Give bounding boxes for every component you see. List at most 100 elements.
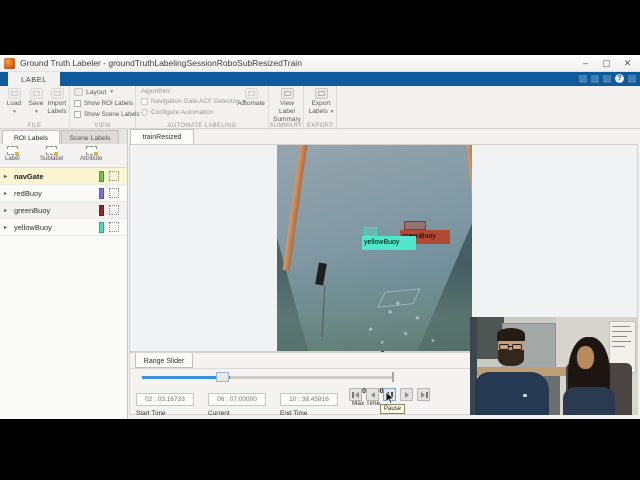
chevron-down-icon: ▾ <box>13 109 16 116</box>
checkbox-icon <box>74 100 81 107</box>
add-sublabel-button[interactable]: Sublabel <box>40 146 63 162</box>
step-forward-button[interactable] <box>400 388 413 401</box>
layout-button[interactable]: Layout ▾ <box>74 88 113 96</box>
step-backward-icon <box>371 392 375 398</box>
window-controls: – ▢ ✕ <box>575 55 638 72</box>
disclosure-icon[interactable]: ▸ <box>4 173 7 180</box>
tab-scene-labels[interactable]: Scene Labels <box>61 130 119 144</box>
end-time-label: End Time <box>280 410 308 417</box>
person-left-beard <box>498 350 524 366</box>
minimize-icon[interactable]: – <box>575 55 596 72</box>
current-time-label: Current <box>208 410 230 417</box>
go-to-start-button[interactable] <box>349 388 362 401</box>
gear-icon <box>141 109 148 116</box>
chevron-down-icon: ▾ <box>35 109 38 116</box>
list-item-yellowbuoy[interactable]: ▸ yellowBuoy <box>0 219 127 236</box>
sublabel-icon <box>46 146 59 156</box>
section-summary: View Label Summary SUMMARY <box>269 86 304 129</box>
configure-automation-button[interactable]: Configure Automation <box>141 109 214 116</box>
add-attribute-button[interactable]: Attribute <box>80 146 102 162</box>
add-label-button[interactable]: Label <box>5 146 20 162</box>
save-icon <box>29 88 43 99</box>
automate-button[interactable]: Automate <box>236 88 266 108</box>
pool-floor <box>277 264 472 351</box>
help-icon[interactable]: ? <box>615 74 624 83</box>
time-slider-end-tick <box>392 372 394 382</box>
roi-box-greenbuoy[interactable] <box>404 221 426 230</box>
tab-roi-labels[interactable]: ROI Labels <box>2 130 60 144</box>
mouse-cursor <box>385 391 396 409</box>
tab-trainresized[interactable]: trainResized <box>130 129 194 144</box>
qa-icon-3[interactable] <box>603 74 611 83</box>
time-slider-handle[interactable] <box>216 372 229 382</box>
summary-icon <box>280 88 294 99</box>
chevron-down-icon: ▾ <box>330 109 334 116</box>
quick-access-toolbar: ? <box>579 74 636 83</box>
go-to-end-button[interactable] <box>417 388 430 401</box>
ribbon-toolbar: Load ▾ Save ▾ Import Labels FILE Layout ▾ <box>0 86 640 129</box>
label-color-swatch <box>99 205 104 216</box>
load-icon <box>7 88 21 99</box>
show-scene-labels-checkbox[interactable]: Show Scene Labels <box>74 111 140 118</box>
show-roi-labels-checkbox[interactable]: Show ROI Labels <box>74 100 133 107</box>
ribbon-tab-bar: LABEL ? <box>0 72 640 86</box>
section-automate-labeling: Algorithm: Navigation Gate ACF Detector … <box>136 86 269 129</box>
import-icon <box>50 88 64 99</box>
webcam-overlay <box>470 317 637 415</box>
qa-icon-1[interactable] <box>579 74 587 83</box>
list-item-greenbuoy[interactable]: ▸ greenBuoy <box>0 202 127 219</box>
automate-icon <box>244 88 258 99</box>
section-file: Load ▾ Save ▾ Import Labels FILE <box>0 86 70 129</box>
tab-range-slider[interactable]: Range Slider <box>135 353 193 368</box>
start-time-input[interactable] <box>136 393 194 406</box>
algorithm-selector[interactable]: Navigation Gate ACF Detector ▾ <box>141 98 245 105</box>
roi-shape-icon <box>109 171 119 181</box>
window-title: Ground Truth Labeler - groundTruthLabeli… <box>20 58 302 68</box>
roi-box-yellowbuoy[interactable] <box>364 227 377 236</box>
tab-label[interactable]: LABEL <box>8 72 60 86</box>
qa-icon-2[interactable] <box>591 74 599 83</box>
label-icon <box>6 146 19 156</box>
time-slider-track[interactable] <box>142 376 392 379</box>
step-backward-button[interactable] <box>366 388 379 401</box>
roi-label-list: ▸ navGate ▸ redBuoy ▸ greenBuoy ▸ yellow… <box>0 168 127 236</box>
list-item-navgate[interactable]: ▸ navGate <box>0 168 127 185</box>
start-time-label: Start Time <box>136 410 166 417</box>
minimize-ribbon-icon[interactable] <box>628 74 636 83</box>
list-item-redbuoy[interactable]: ▸ redBuoy <box>0 185 127 202</box>
roi-panel-tabs: ROI Labels Scene Labels <box>0 129 127 144</box>
maximize-icon[interactable]: ▢ <box>596 55 617 72</box>
person-right-face <box>577 346 594 369</box>
title-bar: Ground Truth Labeler - groundTruthLabeli… <box>0 55 640 72</box>
section-export: Export Labels ▾ EXPORT <box>304 86 337 129</box>
go-to-end-icon <box>421 392 425 398</box>
export-icon <box>314 88 328 99</box>
end-time-input[interactable] <box>280 393 338 406</box>
current-time-input[interactable] <box>208 393 266 406</box>
attribute-icon <box>85 146 98 156</box>
disclosure-icon[interactable]: ▸ <box>4 190 7 197</box>
label-color-swatch <box>99 222 104 233</box>
go-to-start-icon <box>352 392 354 398</box>
section-view: Layout ▾ Show ROI Labels Show Scene Labe… <box>70 86 140 129</box>
gate-pole-left <box>282 145 308 271</box>
roi-panel-toolbar: Label Sublabel Attribute <box>0 144 127 168</box>
close-icon[interactable]: ✕ <box>617 55 638 72</box>
disclosure-icon[interactable]: ▸ <box>4 207 7 214</box>
matlab-app-icon <box>4 58 15 69</box>
roi-label-yellowbuoy[interactable]: yellowBuoy <box>362 236 416 250</box>
person-left-hair <box>497 328 525 341</box>
label-color-swatch <box>99 188 104 199</box>
video-frame[interactable]: greenBuoy yellowBuoy <box>277 145 472 351</box>
view-label-summary-button[interactable]: View Label Summary <box>273 88 301 124</box>
step-forward-icon <box>405 392 409 398</box>
disclosure-icon[interactable]: ▸ <box>4 224 7 231</box>
start-time-group: Start Time <box>136 388 198 417</box>
current-time-group: Current <box>208 388 270 417</box>
roi-panel: ROI Labels Scene Labels Label Sublabel A… <box>0 129 128 419</box>
person-right-body <box>563 387 615 415</box>
shirt-logo <box>523 394 527 397</box>
export-labels-button[interactable]: Export Labels ▾ <box>308 88 334 116</box>
import-labels-button[interactable]: Import Labels <box>44 88 70 116</box>
load-button[interactable]: Load ▾ <box>2 88 26 116</box>
